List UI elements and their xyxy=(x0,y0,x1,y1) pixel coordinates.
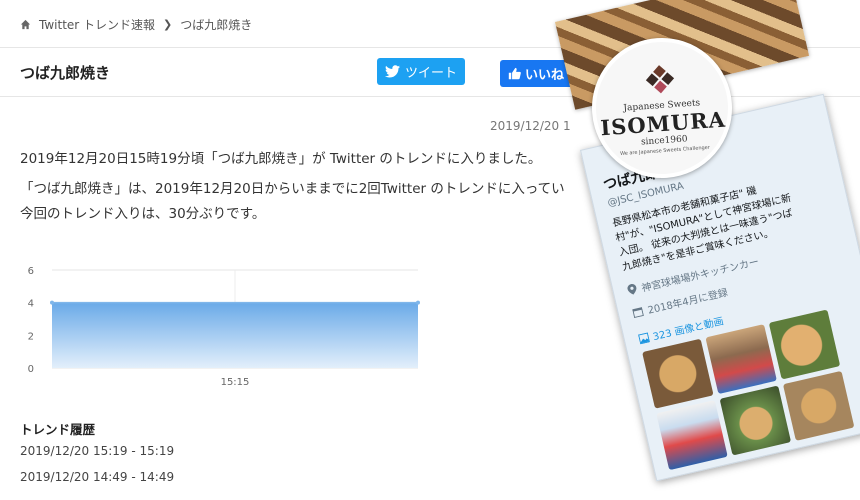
logo-tagline: We are Japanese Sweets Challenger xyxy=(619,144,711,157)
media-thumbnail[interactable] xyxy=(719,385,792,456)
page-title: つば九郎焼き xyxy=(20,64,111,82)
twitter-bird-icon xyxy=(384,65,400,78)
trend-chart: 0 2 4 6 15:15 xyxy=(28,266,420,388)
like-button-label: いいね xyxy=(525,68,565,83)
body-text-line: 2019年12月20日15時19分頃「つば九郎焼き」が Twitter のトレン… xyxy=(20,151,542,167)
location-pin-icon xyxy=(627,283,637,295)
breadcrumb: Twitter トレンド速報 ❯ つば九郎焼き xyxy=(20,14,252,34)
chart-y-tick-label: 2 xyxy=(28,331,34,342)
history-item: 2019/12/20 15:19 - 15:19 xyxy=(20,444,175,458)
chart-data-point[interactable] xyxy=(416,300,420,305)
tweet-button-label: ツイート xyxy=(404,66,457,81)
thumbs-up-icon xyxy=(508,67,521,80)
isomura-logo-mark xyxy=(645,64,675,93)
chart-y-tick-label: 4 xyxy=(28,299,34,310)
tweet-button[interactable]: ツイート xyxy=(377,58,465,85)
history-title: トレンド履歴 xyxy=(20,422,96,437)
chart-y-tick-label: 0 xyxy=(28,364,34,375)
chart-data-point[interactable] xyxy=(50,300,54,305)
chart-area-series xyxy=(52,302,418,368)
chart-x-tick-label: 15:15 xyxy=(221,377,250,388)
body-text-line: 「つば九郎焼き」は、2019年12月20日からいままでに2回Twitter のト… xyxy=(20,181,565,197)
media-thumbnail[interactable] xyxy=(768,309,841,380)
breadcrumb-home-link[interactable]: Twitter トレンド速報 xyxy=(39,16,155,33)
logo-since: since1960 xyxy=(640,133,688,148)
history-item: 2019/12/20 14:49 - 14:49 xyxy=(20,470,175,484)
home-icon[interactable] xyxy=(20,19,31,30)
media-thumbnail[interactable] xyxy=(782,370,855,441)
media-thumbnail[interactable] xyxy=(642,338,714,409)
chevron-right-icon: ❯ xyxy=(163,17,173,31)
post-date: 2019/12/20 1 xyxy=(490,119,571,133)
breadcrumb-current: つば九郎焼き xyxy=(180,17,253,32)
image-icon xyxy=(637,331,650,344)
chart-y-tick-label: 6 xyxy=(28,266,34,277)
media-thumbnail[interactable] xyxy=(656,400,728,471)
media-thumbnail[interactable] xyxy=(705,324,777,395)
calendar-icon xyxy=(632,306,644,318)
body-text-line: 今回のトレンド入りは、30分ぶりです。 xyxy=(20,206,266,222)
